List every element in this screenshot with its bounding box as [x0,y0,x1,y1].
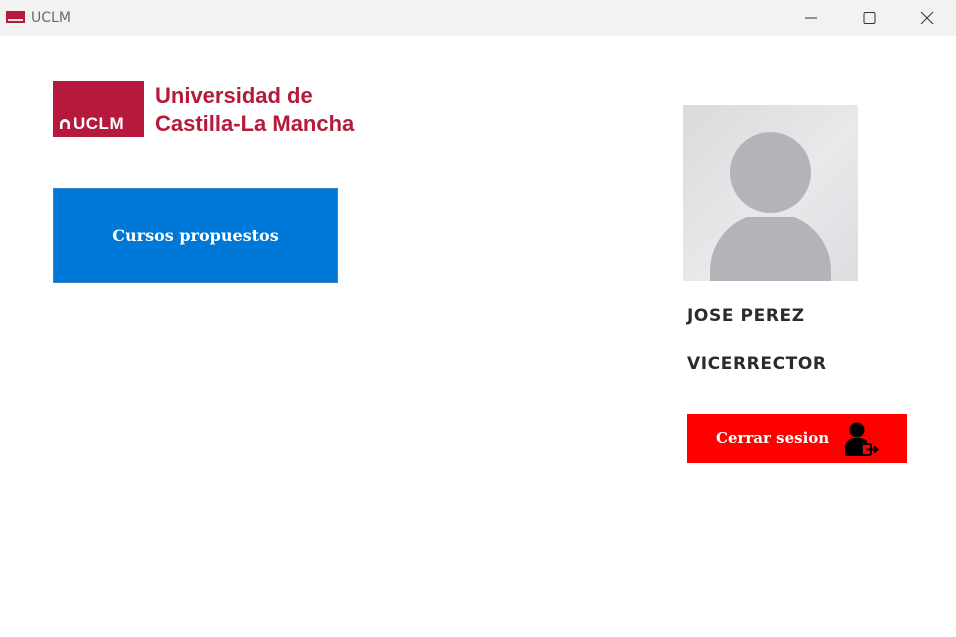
user-placeholder-avatar [683,105,858,281]
maximize-icon [863,12,876,24]
avatar-head-shape [730,132,811,213]
logo-text-line2: Castilla-La Mancha [155,111,355,136]
avatar-body-shape [710,213,831,281]
logo-acronym: UCLM [73,114,125,133]
courses-proposed-button[interactable]: Cursos propuestos [53,188,338,283]
logo-text-line1: Universidad de [155,83,313,108]
close-icon [920,11,934,25]
logout-button[interactable]: Cerrar sesion [687,414,907,463]
minimize-button[interactable] [782,0,840,36]
close-button[interactable] [898,0,956,36]
title-bar: UCLM [0,0,956,36]
user-role: VICERRECTOR [687,354,827,374]
uclm-logo-icon [6,11,25,23]
logout-label: Cerrar sesion [716,429,830,447]
user-logout-icon [845,422,880,456]
maximize-button[interactable] [840,0,898,36]
window-title: UCLM [31,10,71,26]
logo-arch-icon [60,119,70,129]
university-logo: UCLM Universidad de Castilla-La Mancha [53,81,373,137]
logo-emblem: UCLM [53,81,144,137]
user-name: JOSE PEREZ [687,306,805,326]
minimize-icon [805,17,817,19]
courses-proposed-label: Cursos propuestos [112,226,279,245]
